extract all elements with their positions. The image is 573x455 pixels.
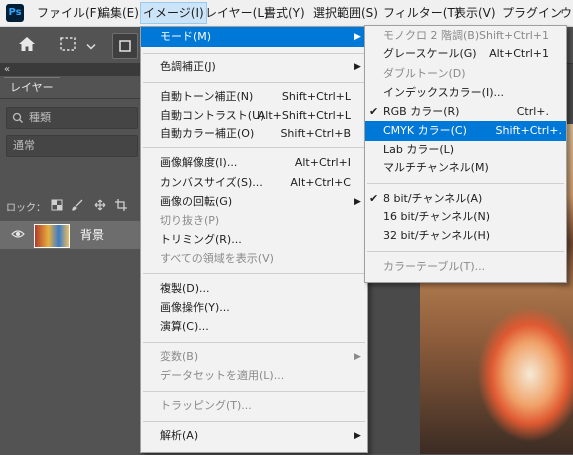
menu-plugins[interactable]: プラグイン [500, 3, 564, 23]
chevron-down-icon[interactable] [86, 41, 96, 54]
crop-lock-icon[interactable] [114, 199, 127, 217]
menu-item-auto-tone[interactable]: 自動トーン補正(N) Shift+Ctrl+L [141, 87, 367, 107]
menu-item-reveal-all: すべての領域を表示(V) [160, 252, 274, 265]
layer-filter-placeholder: 種類 [29, 111, 51, 124]
menu-separator [143, 421, 365, 422]
menu-separator [367, 251, 564, 252]
layer-row-background[interactable]: 背景 [0, 221, 140, 249]
menu-edit[interactable]: 編集(E) [96, 3, 141, 23]
blend-mode-select[interactable]: 通常 [6, 135, 138, 157]
menu-separator [367, 183, 564, 184]
layer-name[interactable]: 背景 [80, 221, 104, 249]
search-icon [12, 108, 24, 135]
menu-window[interactable]: ウィ [558, 3, 573, 23]
chevron-right-icon: ▶ [354, 62, 361, 72]
menu-item-apply-image[interactable]: 画像操作(Y)... [141, 298, 367, 318]
menu-bar: Ps ファイル(F) 編集(E) イメージ(I) レイヤー(L) 書式(Y) 選… [0, 0, 573, 27]
menu-separator [143, 53, 365, 54]
menu-item-calculations[interactable]: 演算(C)... [141, 317, 367, 337]
menu-separator [143, 82, 365, 83]
menu-image[interactable]: イメージ(I) [140, 2, 207, 24]
layers-panel: « レイヤー 種類 通常 ロック： 背景 [0, 64, 140, 455]
chevron-right-icon: ▶ [354, 352, 361, 362]
lock-row: ロック： [6, 199, 127, 215]
menu-item-16bit[interactable]: 16 bit/チャンネル(N) [365, 207, 566, 227]
panel-header-strip: « [0, 64, 140, 76]
lock-label: ロック： [6, 203, 46, 214]
menu-item-cmyk-color[interactable]: CMYK カラー(C) Shift+Ctrl+. [365, 121, 566, 141]
move-icon[interactable] [94, 199, 106, 217]
square-icon[interactable] [112, 33, 138, 59]
menu-view[interactable]: 表示(V) [452, 3, 498, 23]
menu-item-rgb-color[interactable]: ✔ RGB カラー(R) Ctrl+. [365, 102, 566, 122]
menu-item-image-size[interactable]: 画像解像度(I)... Alt+Ctrl+I [141, 153, 367, 173]
photoshop-logo: Ps [6, 4, 24, 22]
menu-separator [143, 391, 365, 392]
chevron-right-icon: ▶ [354, 431, 361, 441]
blend-mode-value: 通常 [13, 139, 35, 152]
layers-panel-body: 種類 通常 ロック： 背景 [0, 98, 140, 455]
marquee-icon[interactable] [60, 37, 76, 54]
eye-icon[interactable] [11, 229, 25, 241]
menu-item-analysis[interactable]: 解析(A) ▶ [141, 426, 367, 446]
menu-item-auto-contrast[interactable]: 自動コントラスト(U) Alt+Shift+Ctrl+L [141, 106, 367, 126]
checkmark-icon: ✔ [369, 105, 379, 118]
menu-filter[interactable]: フィルター(T) [381, 3, 461, 23]
menu-item-duplicate[interactable]: 複製(D)... [141, 279, 367, 299]
home-icon[interactable] [18, 36, 36, 55]
menu-item-color-table: カラーテーブル(T)... [383, 260, 486, 273]
menu-item-auto-color[interactable]: 自動カラー補正(O) Shift+Ctrl+B [141, 124, 367, 144]
menu-item-lab-color[interactable]: Lab カラー(L) [365, 140, 566, 160]
menu-file[interactable]: ファイル(F) [35, 3, 103, 23]
layer-thumbnail [34, 224, 70, 248]
menu-item-grayscale[interactable]: グレースケール(G) Alt+Ctrl+1 [365, 44, 566, 64]
menu-item-multichannel[interactable]: マルチチャンネル(M) [365, 158, 566, 178]
image-menu: モード(M) ▶ 色調補正(J) ▶ 自動トーン補正(N) Shift+Ctrl… [140, 26, 368, 453]
menu-item-indexed-color[interactable]: インデックスカラー(I)... [365, 83, 566, 103]
menu-item-crop: 切り抜き(P) [160, 214, 220, 227]
menu-item-trap: トラッピング(T)... [160, 399, 252, 412]
menu-type[interactable]: 書式(Y) [262, 3, 307, 23]
menu-item-32bit[interactable]: 32 bit/チャンネル(H) [365, 226, 566, 246]
tab-layers[interactable]: レイヤー [4, 77, 60, 98]
layer-filter-field[interactable]: 種類 [6, 107, 138, 129]
checkmark-icon: ✔ [369, 192, 379, 205]
mode-submenu: モノクロ 2 階調(B) Shift+Ctrl+1 グレースケール(G) Alt… [364, 25, 567, 283]
menu-item-image-rotation[interactable]: 画像の回転(G) ▶ [141, 192, 367, 212]
brush-icon[interactable] [72, 199, 84, 217]
menu-item-mode[interactable]: モード(M) ▶ [141, 27, 367, 47]
menu-select[interactable]: 選択範囲(S) [311, 3, 380, 23]
lock-transparent-icon[interactable] [51, 199, 63, 217]
menu-item-adjustments[interactable]: 色調補正(J) ▶ [141, 57, 367, 77]
chevron-right-icon: ▶ [354, 32, 361, 42]
menu-separator [143, 147, 365, 148]
menu-item-canvas-size[interactable]: カンバスサイズ(S)... Alt+Ctrl+C [141, 173, 367, 193]
menu-item-trim[interactable]: トリミング(R)... [141, 230, 367, 250]
collapse-icon[interactable]: « [4, 64, 10, 76]
menu-separator [143, 273, 365, 274]
menu-item-variables: 変数(B) ▶ [141, 347, 367, 367]
menu-item-bitmap: モノクロ 2 階調(B) Shift+Ctrl+1 [383, 29, 549, 42]
menu-item-8bit[interactable]: ✔ 8 bit/チャンネル(A) [365, 189, 566, 209]
menu-item-duotone: ダブルトーン(D) [383, 67, 466, 80]
menu-separator [143, 342, 365, 343]
menu-layer[interactable]: レイヤー(L) [203, 3, 271, 23]
chevron-right-icon: ▶ [354, 197, 361, 207]
menu-item-apply-data-set: データセットを適用(L)... [160, 369, 285, 382]
